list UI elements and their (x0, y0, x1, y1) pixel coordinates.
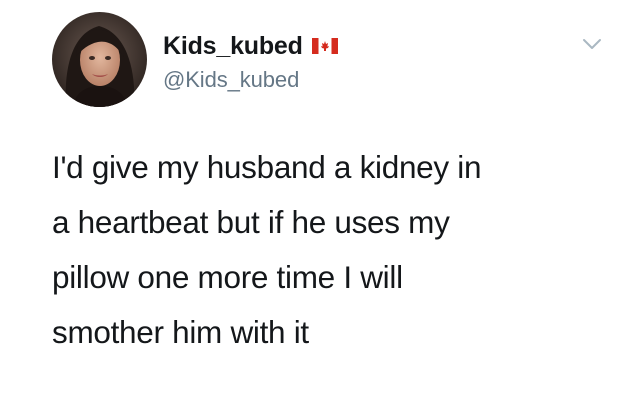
tweet-text-line: pillow one more time I will (52, 259, 403, 295)
canada-flag-icon (311, 38, 338, 54)
author-handle[interactable]: @Kids_kubed (163, 67, 299, 93)
tweet-text: I'd give my husband a kidney in a heartb… (52, 140, 627, 360)
profile-photo-avatar (52, 12, 147, 107)
tweet-text-line: smother him with it (52, 314, 309, 350)
avatar[interactable] (52, 12, 147, 107)
tweet-card: Kids_kubed @Kids_kubed I'd give my husba… (0, 0, 640, 403)
author-display-name[interactable]: Kids_kubed (163, 32, 303, 61)
tweet-text-line: I'd give my husband a kidney in (52, 149, 482, 185)
author-name-row: Kids_kubed (163, 31, 338, 61)
tweet-text-line: a heartbeat but if he uses my (52, 204, 450, 240)
chevron-down-icon[interactable] (582, 37, 602, 51)
